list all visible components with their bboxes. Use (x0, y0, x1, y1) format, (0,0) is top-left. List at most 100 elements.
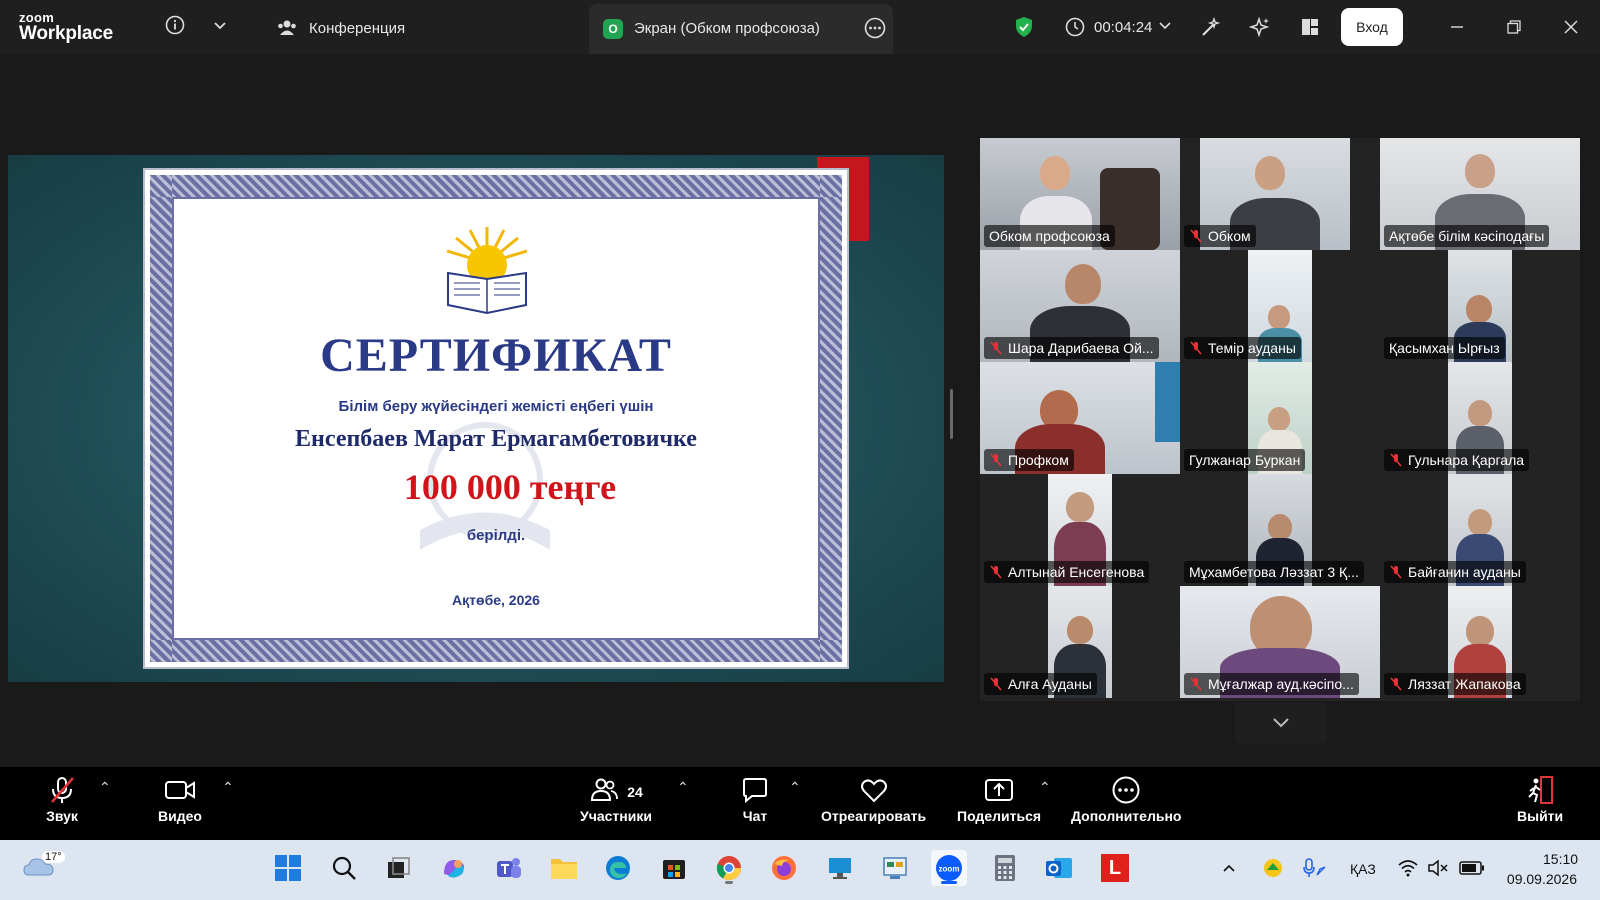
participant-tile[interactable]: Алға Ауданы (980, 586, 1180, 698)
start-button[interactable] (270, 850, 306, 886)
more-options-icon (1112, 776, 1140, 804)
participant-name: Гулжанар Буркан (1184, 449, 1306, 471)
participant-tile[interactable]: Байғанин ауданы (1380, 474, 1580, 586)
conference-tab-label[interactable]: Конференция (309, 20, 405, 37)
participant-tile[interactable]: Темір ауданы (1180, 250, 1380, 362)
search-button[interactable] (326, 850, 362, 886)
annotate-wand-icon[interactable] (1199, 15, 1223, 39)
firefox-icon (772, 856, 796, 880)
participant-tile[interactable]: Гульнара Қаргала (1380, 362, 1580, 474)
close-icon[interactable] (1561, 17, 1581, 37)
participant-tile[interactable]: Қасымхан Ырғыз (1380, 250, 1580, 362)
participant-tile[interactable]: Профком (980, 362, 1180, 474)
task-view-button[interactable] (380, 850, 416, 886)
gallery-next-page-button[interactable] (1235, 702, 1327, 744)
shared-screen: СЕРТИФИКАТ Білім беру жүйесіндегі жеміст… (8, 155, 944, 682)
participant-tile[interactable]: Обком (1180, 138, 1380, 250)
tray-app[interactable] (1258, 850, 1288, 886)
participant-name: Байғанин ауданы (1384, 561, 1526, 583)
outlook-app[interactable] (1041, 850, 1077, 886)
meeting-timer[interactable]: 00:04:24 (1094, 19, 1152, 36)
muted-mic-icon (990, 565, 1002, 579)
battery-icon (1459, 861, 1484, 875)
battery-status[interactable] (1456, 850, 1488, 886)
share-options-caret[interactable]: ⌃ (1039, 779, 1051, 796)
chat-options-caret[interactable]: ⌃ (789, 779, 801, 796)
more-button[interactable]: Дополнительно (1071, 775, 1181, 824)
certificate-recipient: Енсепбаев Марат Ермагамбетовичке (295, 426, 697, 452)
microphone-in-use[interactable] (1300, 850, 1330, 886)
video-button[interactable]: Видео (158, 775, 202, 824)
ai-companion-icon[interactable] (1248, 15, 1272, 39)
certificate-amount: 100 000 теңге (403, 467, 617, 507)
zoom-workplace-logo: zoom Workplace (19, 10, 113, 44)
participants-options-caret[interactable]: ⌃ (677, 779, 689, 796)
participant-name: Қасымхан Ырғыз (1384, 337, 1505, 359)
audio-options-caret[interactable]: ⌃ (99, 779, 111, 796)
participant-name: Профком (984, 449, 1074, 471)
task-view-icon (388, 857, 410, 878)
more-options-icon[interactable] (863, 16, 887, 40)
timer-chevron-icon[interactable] (1157, 18, 1173, 34)
running-indicator (725, 881, 733, 884)
control-panel-app[interactable] (877, 850, 913, 886)
show-hidden-icons-button[interactable] (1216, 850, 1242, 886)
encryption-shield-icon[interactable] (1012, 15, 1036, 39)
certificate-title: СЕРТИФИКАТ (320, 329, 672, 382)
participants-button[interactable]: 24 Участники (580, 775, 652, 824)
screen-share-badge: O (603, 19, 623, 39)
zoom-app[interactable]: zoom (931, 850, 967, 886)
red-l-app[interactable]: L (1097, 850, 1133, 886)
audio-button[interactable]: Звук (46, 775, 78, 824)
control-panel-icon (883, 857, 907, 879)
certificate: СЕРТИФИКАТ Білім беру жүйесіндегі жеміст… (143, 168, 849, 669)
participant-tile[interactable]: Мұхамбетова Ләззат 3 Қ... (1180, 474, 1380, 586)
video-options-caret[interactable]: ⌃ (222, 779, 234, 796)
search-icon (332, 856, 356, 880)
participant-tile[interactable]: Алтынай Енсегенова (980, 474, 1180, 586)
minimize-icon[interactable] (1447, 17, 1467, 37)
copilot-app[interactable] (436, 850, 472, 886)
participant-tile[interactable]: Ляззат Жапакова (1380, 586, 1580, 698)
certificate-given: берілді. (466, 527, 526, 544)
weather-temperature: 17° (42, 851, 65, 863)
chevron-down-icon[interactable] (210, 16, 230, 36)
participant-tile[interactable]: Шара Дарибаева Ой... (980, 250, 1180, 362)
edge-app[interactable] (600, 850, 636, 886)
participant-tile[interactable]: Мұғалжар ауд.кәсіпо... (1180, 586, 1380, 698)
participant-name: Алтынай Енсегенова (984, 561, 1150, 583)
teams-app[interactable] (491, 850, 527, 886)
microsoft-store-app[interactable] (656, 850, 692, 886)
restore-icon[interactable] (1504, 17, 1524, 37)
panel-resize-handle[interactable] (950, 389, 953, 439)
participant-name: Гульнара Қаргала (1384, 449, 1530, 471)
clock-time[interactable]: 15:10 (1543, 851, 1578, 867)
chat-button[interactable]: Чат (740, 775, 770, 824)
participant-tile-active-speaker[interactable]: Ақтөбе білім кәсіподағы (1380, 138, 1580, 250)
share-screen-button[interactable]: Поделиться (957, 775, 1041, 824)
firefox-app[interactable] (766, 850, 802, 886)
info-icon[interactable] (164, 14, 186, 36)
chrome-app[interactable] (711, 850, 747, 886)
view-layout-icon[interactable] (1298, 15, 1322, 39)
store-icon (663, 860, 685, 879)
input-language[interactable]: ҚАЗ (1350, 861, 1376, 877)
volume-status[interactable] (1424, 850, 1452, 886)
participant-tile[interactable]: Обком профсоюза (980, 138, 1180, 250)
leave-meeting-button[interactable]: Выйти (1517, 775, 1563, 824)
clock-date[interactable]: 09.09.2026 (1505, 871, 1577, 887)
folder-icon (551, 859, 577, 879)
remote-desktop-app[interactable] (822, 850, 858, 886)
wifi-status[interactable] (1394, 850, 1422, 886)
microphone-icon (1303, 858, 1326, 877)
participant-name: Ақтөбе білім кәсіподағы (1384, 225, 1550, 247)
participant-tile[interactable]: Гулжанар Буркан (1180, 362, 1380, 474)
muted-mic-icon (1190, 229, 1202, 243)
meeting-toolbar: Звук ⌃ Видео ⌃ 24 Участники ⌃ Чат ⌃ Отре… (0, 767, 1600, 840)
calculator-app[interactable] (987, 850, 1023, 886)
edge-browser-icon (606, 856, 630, 880)
file-explorer-app[interactable] (546, 850, 582, 886)
outlook-icon (1046, 858, 1072, 878)
login-button[interactable]: Вход (1341, 8, 1403, 46)
react-button[interactable]: Отреагировать (821, 775, 926, 824)
